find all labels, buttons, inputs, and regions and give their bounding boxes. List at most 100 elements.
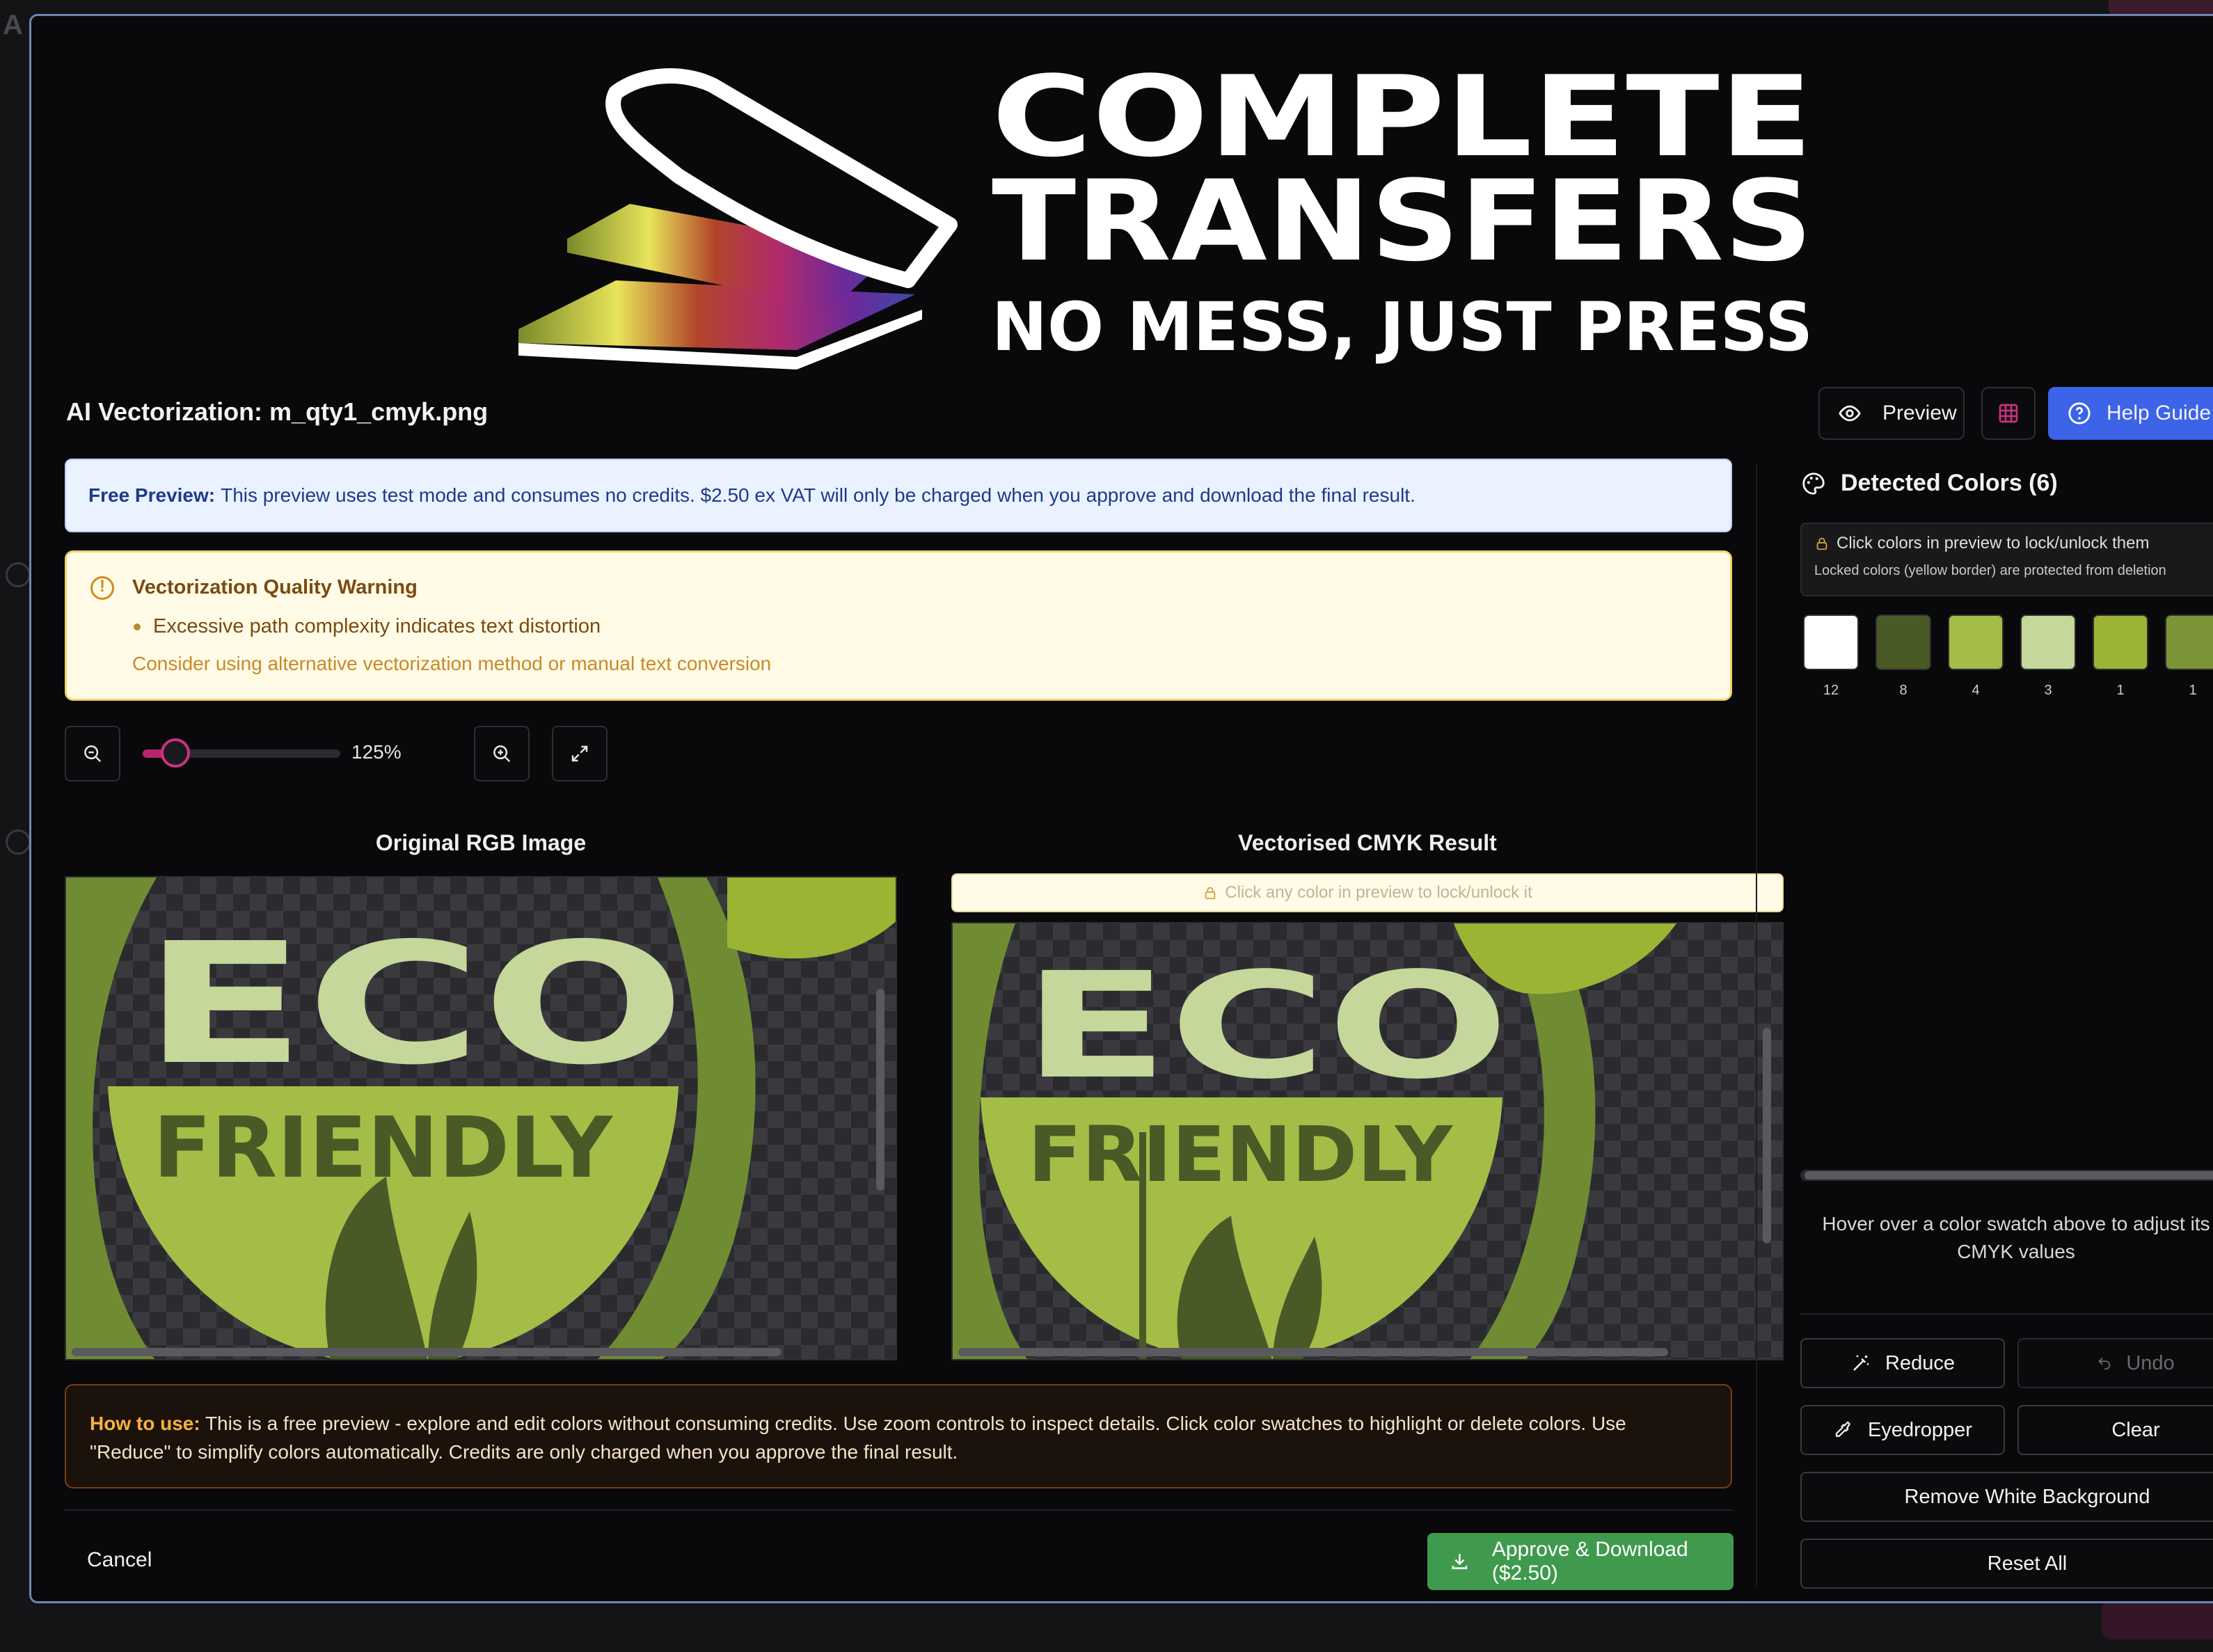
download-icon: [1452, 1554, 1468, 1569]
brand-tagline: NO MESS, JUST PRESS: [992, 288, 1813, 366]
result-lock-hint: Click any color in preview to lock/unloc…: [951, 873, 1784, 912]
zoom-out-button[interactable]: [65, 726, 120, 781]
result-lock-hint-text: Click any color in preview to lock/unloc…: [1225, 883, 1532, 902]
eyedropper-icon: [1835, 1421, 1850, 1437]
vectorization-modal: COMPLETE TRANSFERS NO MESS, JUST PRESS A…: [29, 14, 2213, 1603]
reset-all-button[interactable]: Reset All: [1800, 1539, 2213, 1589]
background-gear-icon: [6, 829, 31, 855]
remove-white-background-label: Remove White Background: [1904, 1485, 2150, 1508]
how-to-use-notice: How to use: This is a free preview - exp…: [65, 1384, 1732, 1488]
clear-button[interactable]: Clear: [2017, 1405, 2213, 1455]
cancel-button[interactable]: Cancel: [87, 1548, 152, 1572]
grid-toggle-button[interactable]: [1981, 387, 2036, 440]
undo-button[interactable]: Undo: [2017, 1338, 2213, 1388]
lock-info-line2: Locked colors (yellow border) are protec…: [1814, 563, 2166, 578]
undo-label: Undo: [2126, 1351, 2175, 1374]
color-swatch[interactable]: [1803, 614, 1859, 670]
original-panel-title: Original RGB Image: [375, 830, 587, 855]
eyedropper-label: Eyedropper: [1868, 1418, 1972, 1441]
result-eco-text: ECO: [1022, 941, 1509, 1111]
swatch-count: 1: [2189, 683, 2197, 698]
expand-icon: [571, 745, 588, 762]
undo-icon: [2098, 1358, 2111, 1370]
swatch-scrollbar-thumb[interactable]: [1804, 1171, 2213, 1180]
zoom-in-button[interactable]: [474, 726, 530, 781]
modal-title: AI Vectorization: m_qty1_cmyk.png: [66, 397, 489, 426]
reduce-label: Reduce: [1885, 1351, 1955, 1374]
grid-icon: [1999, 404, 2018, 423]
preview-button[interactable]: Preview: [1818, 387, 1965, 440]
original-eco-text: ECO: [143, 907, 685, 1102]
original-horizontal-scrollbar[interactable]: [72, 1348, 782, 1356]
detected-colors-title: Detected Colors (6): [1841, 470, 2058, 496]
result-image-viewport[interactable]: ECO FRIENDLY: [951, 922, 1784, 1360]
original-image-viewport[interactable]: ECO FRIENDLY: [65, 876, 897, 1360]
warning-note: Consider using alternative vectorization…: [132, 653, 772, 674]
zoom-slider-thumb[interactable]: [161, 738, 190, 768]
warning-bullet-text: Excessive path complexity indicates text…: [153, 615, 601, 637]
free-preview-text: This preview uses test mode and consumes…: [221, 484, 1415, 506]
bullet-dot: [134, 623, 141, 630]
lock-info-line1: Click colors in preview to lock/unlock t…: [1814, 534, 2213, 553]
original-artwork: ECO FRIENDLY: [66, 877, 896, 1359]
background-check-icon: [6, 562, 31, 587]
free-preview-notice: Free Preview: This preview uses test mod…: [65, 459, 1732, 532]
preview-button-label: Preview: [1882, 402, 1957, 424]
swatch-count: 4: [1972, 683, 1980, 698]
lock-info-line1-text: Click colors in preview to lock/unlock t…: [1837, 534, 2150, 553]
result-panel-title: Vectorised CMYK Result: [1238, 830, 1497, 855]
cmyk-hover-hint: Hover over a color swatch above to adjus…: [1822, 1213, 2210, 1262]
approve-download-button[interactable]: Approve & Download ($2.50): [1427, 1533, 1734, 1590]
swatch-count: 3: [2044, 683, 2052, 698]
quality-warning: Vectorization Quality Warning Excessive …: [65, 550, 1732, 701]
remove-white-background-button[interactable]: Remove White Background: [1800, 1472, 2213, 1522]
warning-title: Vectorization Quality Warning: [132, 576, 418, 598]
reduce-button[interactable]: Reduce: [1800, 1338, 2005, 1388]
eye-icon: [1839, 405, 1861, 422]
result-vertical-scrollbar[interactable]: [1763, 1028, 1771, 1244]
color-swatches: 12 8 4 3 1 1: [1800, 614, 2213, 698]
lock-icon: [1816, 537, 1827, 550]
brand-line2: TRANSFERS: [992, 156, 1813, 286]
color-swatch[interactable]: [1875, 614, 1931, 670]
alert-circle-icon: [90, 576, 114, 600]
brand-banner: COMPLETE TRANSFERS NO MESS, JUST PRESS: [505, 44, 1827, 392]
result-artwork: ECO FRIENDLY: [953, 923, 1782, 1359]
brand-logo: COMPLETE TRANSFERS NO MESS, JUST PRESS: [518, 51, 1813, 370]
help-guide-label: Help Guide: [2107, 402, 2212, 424]
how-to-use-text: This is a free preview - explore and edi…: [90, 1413, 1626, 1463]
footer-divider: [65, 1509, 1732, 1511]
zoom-out-icon: [84, 745, 102, 763]
detected-colors-panel: Detected Colors (6) Click colors in prev…: [1800, 461, 2213, 1601]
original-friendly-text: FRIENDLY: [153, 1100, 614, 1197]
tools-divider: [1800, 1313, 2213, 1315]
swatch-scrollbar[interactable]: [1800, 1170, 2213, 1181]
original-vertical-scrollbar[interactable]: [876, 989, 885, 1191]
zoom-controls: 125%: [65, 726, 691, 781]
color-swatch[interactable]: [2020, 614, 2076, 670]
help-guide-button[interactable]: Help Guide: [2048, 387, 2213, 440]
detected-colors-header: Detected Colors (6): [1800, 470, 2058, 497]
eyedropper-button[interactable]: Eyedropper: [1800, 1405, 2005, 1455]
color-swatch[interactable]: [1948, 614, 2004, 670]
free-preview-label: Free Preview:: [88, 484, 216, 506]
lock-info-box: Click colors in preview to lock/unlock t…: [1800, 523, 2213, 596]
color-swatch[interactable]: [2093, 614, 2148, 670]
background-bottom-button: [2102, 1601, 2213, 1639]
lock-icon: [1205, 887, 1216, 900]
color-swatch[interactable]: [2165, 614, 2213, 670]
zoom-in-icon: [493, 745, 511, 763]
how-to-use-label: How to use:: [90, 1413, 200, 1434]
warning-bullet: Excessive path complexity indicates text…: [134, 615, 601, 638]
result-friendly-text: FRIENDLY: [1028, 1110, 1453, 1199]
column-separator: [1756, 464, 1757, 1586]
palette-icon: [1802, 472, 1825, 495]
zoom-value: 125%: [351, 741, 402, 763]
help-circle-icon: [2068, 402, 2091, 424]
result-horizontal-scrollbar[interactable]: [958, 1348, 1668, 1356]
swatch-count: 12: [1823, 683, 1839, 698]
swatch-count: 8: [1899, 683, 1907, 698]
fullscreen-button[interactable]: [552, 726, 608, 781]
clear-label: Clear: [2111, 1418, 2160, 1441]
approve-download-label: Approve & Download ($2.50): [1491, 1538, 1688, 1585]
